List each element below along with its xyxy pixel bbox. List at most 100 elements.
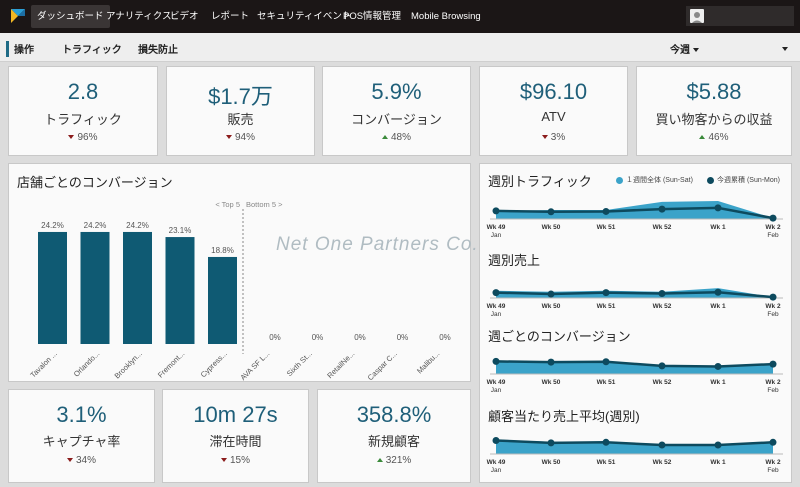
data-point[interactable]: [658, 290, 666, 297]
bar-value-label: 0%: [312, 333, 324, 342]
top-kpi-card[interactable]: $96.10 ATV 3%: [479, 66, 628, 156]
kpi-value: 3.1%: [56, 402, 107, 427]
kpi-delta: 48%: [323, 132, 470, 143]
bar-value-label: 0%: [397, 333, 409, 342]
x-tick-label: Wk 49: [487, 303, 506, 310]
data-point[interactable]: [714, 362, 722, 370]
data-point[interactable]: [547, 208, 555, 216]
trend-down-icon: [225, 135, 232, 140]
data-point[interactable]: [769, 438, 777, 446]
data-point[interactable]: [547, 358, 555, 366]
user-menu[interactable]: [686, 6, 794, 26]
data-point[interactable]: [602, 289, 610, 297]
active-tab-indicator: [6, 41, 9, 57]
x-tick-label: Wk 2: [765, 303, 781, 310]
kpi-label: 新規顧客: [367, 434, 420, 449]
trend-up-icon: [381, 135, 388, 140]
chevron-down-icon: [693, 48, 699, 53]
period-label: 今週: [670, 45, 690, 56]
trend-down-icon: [541, 135, 548, 140]
nav-pos-management[interactable]: POS情報管理: [337, 5, 407, 28]
nav-dashboard[interactable]: ダッシュボード: [31, 5, 110, 28]
data-point[interactable]: [492, 207, 500, 215]
data-point[interactable]: [769, 360, 777, 368]
x-tick-label: Wk 1: [710, 303, 726, 310]
top-kpi-card[interactable]: 2.8 トラフィック 96%: [8, 66, 158, 156]
tab-operations[interactable]: 操作: [14, 41, 34, 56]
data-point[interactable]: [714, 441, 722, 449]
x-tick-label: Wk 1: [710, 459, 726, 466]
nav-video[interactable]: ビデオ: [164, 5, 205, 28]
nav-mobile-browsing[interactable]: Mobile Browsing: [405, 5, 487, 28]
data-point[interactable]: [658, 205, 666, 213]
kpi-label: キャプチャ率: [42, 434, 121, 449]
bar-value-label: 24.2%: [126, 221, 149, 230]
x-tick-label: Wk 49: [487, 224, 506, 231]
data-point[interactable]: [769, 293, 777, 301]
trend-up-icon: [376, 458, 383, 463]
x-tick-label: Wk 2: [765, 224, 781, 231]
data-point[interactable]: [602, 438, 610, 446]
x-tick-label: Wk 1: [710, 224, 726, 231]
data-point[interactable]: [492, 357, 500, 365]
x-tick-label: Wk 50: [542, 459, 561, 466]
kpi-delta-value: 48%: [390, 132, 411, 143]
top-kpi-card[interactable]: $1.7万 販売 94%: [166, 66, 315, 156]
nav-report[interactable]: レポート: [205, 5, 255, 28]
data-point[interactable]: [602, 207, 610, 215]
kpi-delta: 3%: [480, 132, 627, 143]
data-point[interactable]: [714, 288, 722, 296]
store-conversion-chart: < Top 5 Bottom 5 > 24.2% Tavalon ... 24.2% Or…: [28, 200, 451, 382]
bottom5-label: Bottom 5 >: [246, 200, 283, 209]
data-point[interactable]: [658, 362, 666, 370]
sub-navigation: 操作 トラフィック 損失防止 今週: [0, 33, 800, 62]
data-point[interactable]: [658, 441, 666, 449]
bar-category-label: Caspar C...: [366, 349, 399, 382]
top-kpi-card[interactable]: $5.88 買い物客からの収益 46%: [636, 66, 792, 156]
weekly-area-chart: Wk 49Jan Wk 50 Wk 51 Wk 52 Wk 1 Wk 2Feb: [487, 288, 783, 318]
data-point[interactable]: [492, 437, 500, 444]
tab-loss-prevention[interactable]: 損失防止: [138, 41, 178, 56]
data-point[interactable]: [714, 204, 722, 212]
data-point[interactable]: [547, 290, 555, 298]
app-logo-icon[interactable]: [9, 7, 27, 25]
tab-traffic[interactable]: トラフィック: [62, 41, 122, 56]
options-dropdown-icon[interactable]: [782, 47, 788, 51]
trend-down-icon: [220, 458, 227, 463]
weekly-area-chart: Wk 49Jan Wk 50 Wk 51 Wk 52 Wk 1 Wk 2Feb: [487, 201, 783, 239]
kpi-delta: 34%: [9, 455, 154, 466]
bar: [123, 231, 152, 344]
top-navigation: ダッシュボード アナリティクス ビデオ レポート セキュリティイベント POS情…: [0, 0, 800, 33]
bottom-kpi-card[interactable]: 358.8% 新規顧客 321%: [317, 389, 471, 483]
x-tick-sublabel: Feb: [767, 232, 779, 239]
bar: [208, 256, 237, 344]
x-tick-label: Wk 51: [597, 459, 616, 466]
x-tick-label: Wk 1: [710, 379, 726, 386]
bar-value-label: 0%: [439, 333, 451, 342]
bottom-kpi-card[interactable]: 3.1% キャプチャ率 34%: [8, 389, 155, 483]
x-tick-sublabel: Feb: [767, 387, 779, 394]
bar: [38, 231, 67, 344]
x-tick-label: Wk 2: [765, 379, 781, 386]
x-tick-label: Wk 50: [542, 224, 561, 231]
kpi-delta-value: 94%: [234, 132, 255, 143]
data-point[interactable]: [492, 289, 500, 297]
data-point[interactable]: [769, 214, 777, 222]
bar-value-label: 0%: [269, 333, 281, 342]
x-tick-label: Wk 50: [542, 379, 561, 386]
kpi-delta: 321%: [318, 455, 470, 466]
bottom-kpi-card[interactable]: 10m 27s 滞在時間 15%: [162, 389, 309, 483]
data-point[interactable]: [547, 439, 555, 447]
bar-value-label: 23.1%: [169, 226, 192, 235]
top-kpi-card[interactable]: 5.9% コンバージョン 48%: [322, 66, 471, 156]
avatar-icon: [690, 9, 704, 23]
bar-category-label: RetailNe...: [325, 349, 356, 380]
x-tick-sublabel: Feb: [767, 467, 779, 474]
kpi-value: $96.10: [519, 79, 588, 104]
data-point[interactable]: [602, 358, 610, 366]
period-dropdown[interactable]: 今週: [670, 41, 699, 56]
kpi-delta-value: 3%: [550, 132, 566, 143]
store-conversion-panel: 店舗ごとのコンバージョン < Top 5 Bottom 5 >24.2% Taval…: [8, 163, 471, 382]
bar-category-label: Sixth St...: [285, 349, 314, 378]
x-tick-sublabel: Jan: [491, 467, 502, 474]
